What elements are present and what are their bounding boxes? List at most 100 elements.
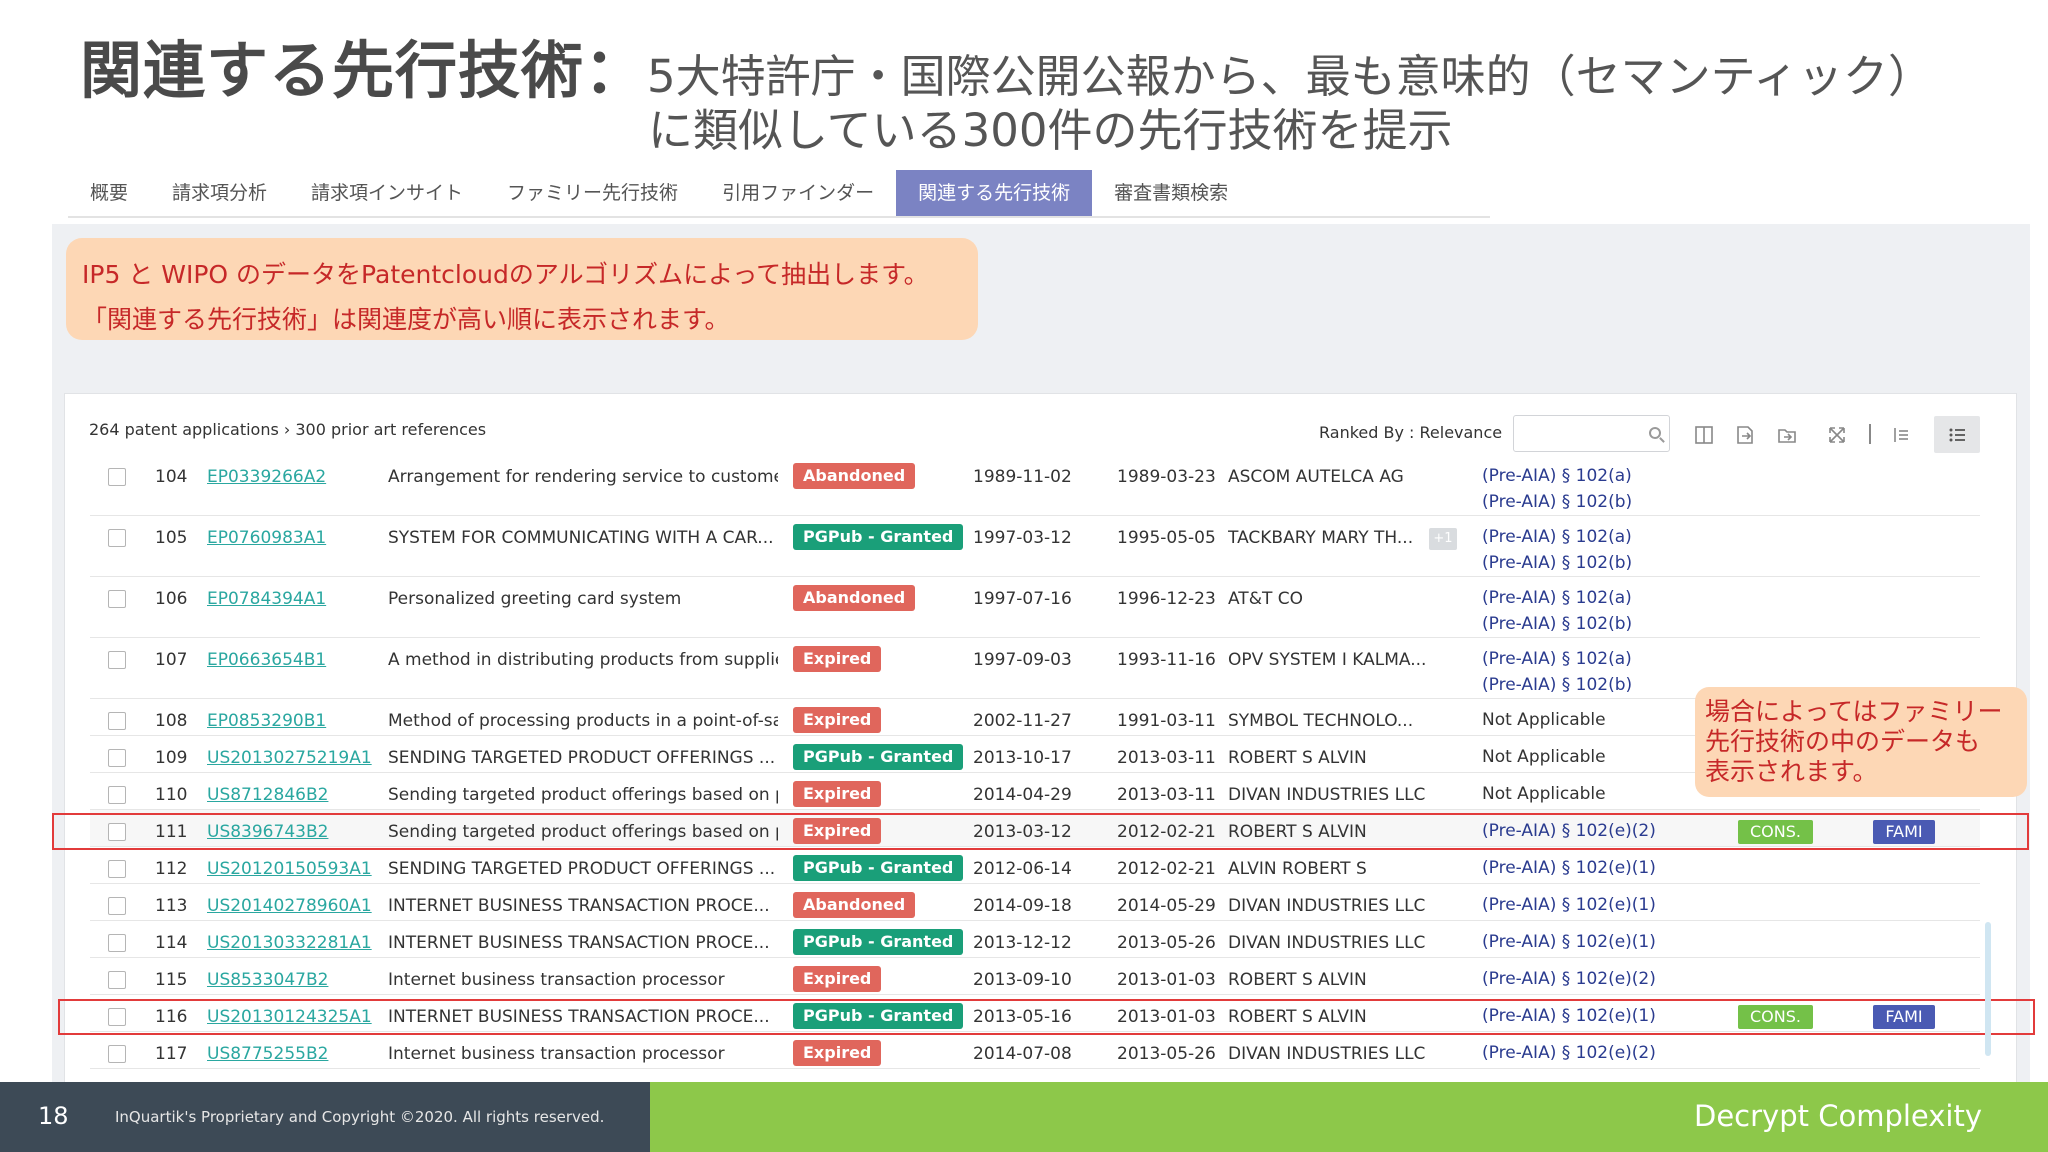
- patent-title: SENDING TARGETED PRODUCT OFFERINGS ...: [388, 859, 776, 879]
- publication-date: 1997-03-12: [973, 528, 1072, 548]
- status-badge: PGPub - Granted: [793, 744, 964, 770]
- law-line: (Pre-AIA) § 102(a): [1482, 588, 1632, 608]
- priority-date: 1995-05-05: [1117, 528, 1216, 548]
- prior-art-law: (Pre-AIA) § 102(a) (Pre-AIA) § 102(b): [1482, 463, 1632, 515]
- table-row[interactable]: 117 US8775255B2 Internet business transa…: [90, 1032, 1980, 1069]
- patent-link[interactable]: US8712846B2: [207, 785, 328, 805]
- patent-link[interactable]: US20140278960A1: [207, 896, 372, 916]
- tab-overview[interactable]: 概要: [68, 170, 150, 216]
- patent-link[interactable]: US8775255B2: [207, 1044, 328, 1064]
- search-input[interactable]: [1513, 415, 1670, 452]
- status-badge: Abandoned: [793, 585, 916, 611]
- export-icon[interactable]: [1734, 424, 1756, 446]
- patent-title: SYSTEM FOR COMMUNICATING WITH A CAR...: [388, 528, 774, 548]
- highlight-outline: [52, 813, 2029, 850]
- row-number: 110: [155, 785, 188, 805]
- book-icon[interactable]: [1693, 424, 1715, 446]
- row-number: 115: [155, 970, 188, 990]
- tab-claim-analysis[interactable]: 請求項分析: [150, 170, 289, 216]
- patent-link[interactable]: EP0663654B1: [207, 650, 326, 670]
- patent-link[interactable]: EP0339266A2: [207, 467, 326, 487]
- status-badge: Abandoned: [793, 463, 916, 489]
- row-checkbox[interactable]: [108, 529, 126, 547]
- law-line: (Pre-AIA) § 102(a): [1482, 527, 1632, 547]
- table-row[interactable]: 113 US20140278960A1 INTERNET BUSINESS TR…: [90, 884, 1980, 921]
- highlight-outline: [58, 999, 2035, 1035]
- prior-art-law: (Pre-AIA) § 102(e)(2): [1482, 1043, 1656, 1063]
- table-row[interactable]: 115 US8533047B2 Internet business transa…: [90, 958, 1980, 995]
- row-checkbox[interactable]: [108, 590, 126, 608]
- row-checkbox[interactable]: [108, 934, 126, 952]
- table-row[interactable]: 105 EP0760983A1 SYSTEM FOR COMMUNICATING…: [90, 516, 1980, 577]
- row-number: 114: [155, 933, 188, 953]
- patent-title: SENDING TARGETED PRODUCT OFFERINGS ...: [388, 748, 776, 768]
- status-badge: Expired: [793, 1040, 882, 1066]
- patent-link[interactable]: US20130275219A1: [207, 748, 372, 768]
- patent-link[interactable]: US20130332281A1: [207, 933, 372, 953]
- search-icon[interactable]: [1649, 427, 1661, 439]
- prior-art-law: Not Applicable: [1482, 784, 1606, 804]
- expand-icon[interactable]: [1826, 424, 1848, 446]
- prior-art-law: (Pre-AIA) § 102(e)(1): [1482, 895, 1656, 915]
- tab-claim-insight[interactable]: 請求項インサイト: [289, 170, 485, 216]
- priority-date: 2013-01-03: [1117, 970, 1216, 990]
- ranked-by-label[interactable]: Ranked By : Relevance: [1319, 423, 1502, 442]
- table-row[interactable]: 106 EP0784394A1 Personalized greeting ca…: [90, 577, 1980, 638]
- table-row[interactable]: 104 EP0339266A2 Arrangement for renderin…: [90, 455, 1980, 516]
- publication-date: 2013-12-12: [973, 933, 1072, 953]
- patent-link[interactable]: EP0760983A1: [207, 528, 326, 548]
- table-row[interactable]: 112 US20120150593A1 SENDING TARGETED PRO…: [90, 847, 1980, 884]
- row-number: 107: [155, 650, 188, 670]
- publication-date: 2014-07-08: [973, 1044, 1072, 1064]
- tab-related-prior-art[interactable]: 関連する先行技術: [896, 170, 1093, 216]
- patent-link[interactable]: EP0853290B1: [207, 711, 326, 731]
- patent-link[interactable]: EP0784394A1: [207, 589, 326, 609]
- status-badge: Expired: [793, 781, 882, 807]
- publication-date: 2013-09-10: [973, 970, 1072, 990]
- row-checkbox[interactable]: [108, 897, 126, 915]
- status-badge: Abandoned: [793, 892, 916, 918]
- tab-file-wrapper-search[interactable]: 審査書類検索: [1092, 170, 1250, 216]
- callout-note-family-data: 場合によってはファミリー 先行技術の中のデータも 表示されます。: [1695, 687, 2027, 797]
- priority-date: 2013-05-26: [1117, 933, 1216, 953]
- row-checkbox[interactable]: [108, 971, 126, 989]
- status-badge: Expired: [793, 646, 882, 672]
- tab-family-prior-art[interactable]: ファミリー先行技術: [485, 170, 700, 216]
- footer-left: 18 InQuartik's Proprietary and Copyright…: [0, 1082, 650, 1152]
- row-checkbox[interactable]: [108, 749, 126, 767]
- row-number: 109: [155, 748, 188, 768]
- publication-date: 1997-09-03: [973, 650, 1072, 670]
- patent-title: Sending targeted product offerings based…: [388, 785, 778, 805]
- prior-art-law: (Pre-AIA) § 102(a) (Pre-AIA) § 102(b): [1482, 585, 1632, 637]
- publication-date: 2014-09-18: [973, 896, 1072, 916]
- footer-right: Decrypt Complexity: [650, 1082, 2048, 1152]
- assignee: ALVIN ROBERT S: [1228, 859, 1367, 879]
- patent-link[interactable]: US8533047B2: [207, 970, 328, 990]
- row-checkbox[interactable]: [108, 786, 126, 804]
- headline-main: 関連する先行技術：: [80, 34, 648, 107]
- assignee: AT&T CO: [1228, 589, 1303, 609]
- row-checkbox[interactable]: [108, 860, 126, 878]
- list-view-button[interactable]: [1934, 416, 1980, 453]
- assignee: DIVAN INDUSTRIES LLC: [1228, 785, 1426, 805]
- law-line: (Pre-AIA) § 102(b): [1482, 553, 1633, 573]
- patent-title: Arrangement for rendering service to cus…: [388, 467, 778, 487]
- row-checkbox[interactable]: [108, 1045, 126, 1063]
- patent-title: A method in distributing products from s…: [388, 650, 778, 670]
- row-checkbox[interactable]: [108, 468, 126, 486]
- row-checkbox[interactable]: [108, 712, 126, 730]
- more-assignees-badge[interactable]: +1: [1429, 528, 1457, 550]
- patent-link[interactable]: US20120150593A1: [207, 859, 372, 879]
- table-row[interactable]: 107 EP0663654B1 A method in distributing…: [90, 638, 1980, 699]
- prior-art-law: (Pre-AIA) § 102(a) (Pre-AIA) § 102(b): [1482, 646, 1632, 698]
- publication-date: 2012-06-14: [973, 859, 1072, 879]
- row-checkbox[interactable]: [108, 651, 126, 669]
- row-number: 106: [155, 589, 188, 609]
- law-line: (Pre-AIA) § 102(b): [1482, 492, 1633, 512]
- table-row[interactable]: 114 US20130332281A1 INTERNET BUSINESS TR…: [90, 921, 1980, 958]
- compact-list-icon[interactable]: [1890, 424, 1912, 446]
- toolbar-divider: [1869, 424, 1871, 444]
- scrollbar[interactable]: [1985, 922, 1991, 1056]
- folder-export-icon[interactable]: [1776, 424, 1798, 446]
- tab-citation-finder[interactable]: 引用ファインダー: [700, 170, 896, 216]
